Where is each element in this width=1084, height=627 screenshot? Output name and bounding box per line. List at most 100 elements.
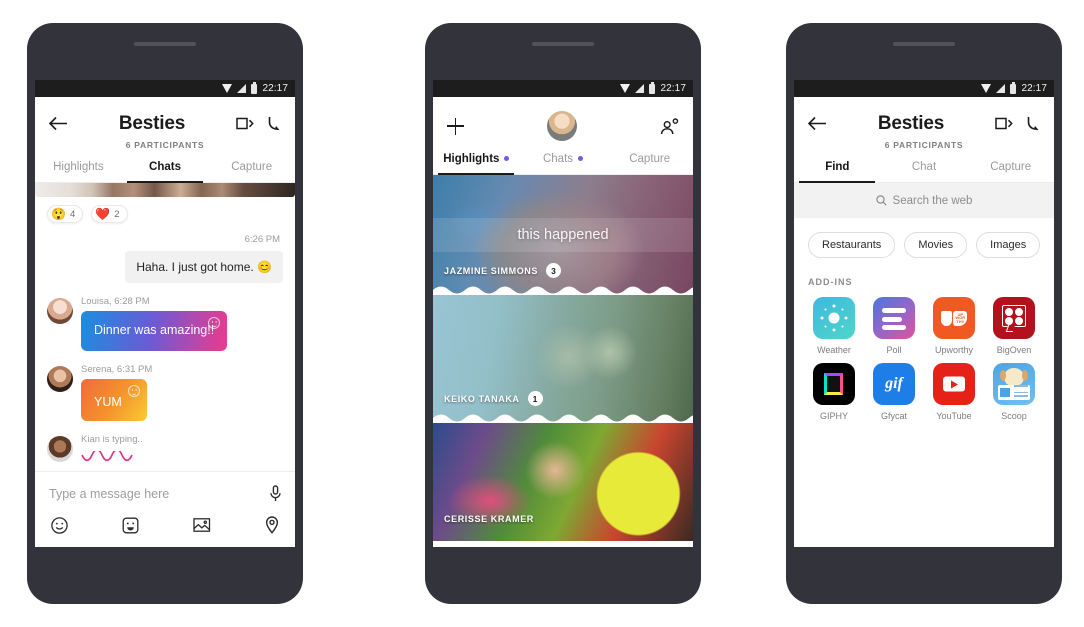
giphy-app-icon [813, 363, 855, 405]
photo-icon[interactable] [193, 517, 211, 533]
reaction-pill-group: 😲 4 ❤️ 2 [47, 205, 283, 223]
tab-label: Chat [911, 161, 937, 173]
addin-upworthy[interactable]: UP WOR THY Upworthy [924, 297, 984, 355]
phone-call-icon[interactable] [267, 116, 281, 131]
surprised-emoji: 😲 [51, 207, 66, 221]
highlight-footer: JAZMINE SIMMONS 3 [444, 263, 562, 278]
status-time: 22:17 [262, 83, 288, 94]
wifi-icon [222, 84, 233, 93]
incoming-message-bubble[interactable]: Haha. I just got home. 😊 [125, 251, 283, 283]
phone-mockup-highlights: 22:17 Highlights Chats Capture this happ… [425, 23, 701, 604]
outgoing-message-bubble[interactable]: YUM [81, 379, 147, 421]
status-bar: 22:17 [433, 80, 693, 97]
addin-gfycat[interactable]: gif Gfycat [864, 363, 924, 421]
microphone-icon[interactable] [270, 485, 281, 502]
avatar[interactable] [47, 298, 73, 324]
youtube-app-icon [933, 363, 975, 405]
avatar[interactable] [47, 436, 73, 462]
photo-message-thumbnail[interactable] [35, 183, 295, 197]
chip-restaurants[interactable]: Restaurants [808, 232, 896, 258]
plus-icon[interactable] [447, 117, 464, 135]
wave-divider-icon [433, 414, 693, 423]
emoji-icon[interactable] [51, 516, 68, 534]
tab-capture[interactable]: Capture [606, 153, 693, 174]
message-text: Dinner was amazing!! [94, 323, 215, 337]
poll-app-icon [873, 297, 915, 339]
highlight-card[interactable]: CERISSE KRAMER [433, 423, 693, 541]
highlight-card[interactable]: KEIKO TANAKA 1 [433, 295, 693, 423]
reaction-count: 4 [69, 208, 76, 220]
add-reaction-icon[interactable] [128, 385, 140, 397]
screenshot-stage: 22:17 Besties 6 PARTICIPANTS Highlights … [0, 0, 1084, 627]
tab-capture[interactable]: Capture [967, 161, 1054, 182]
addin-label: Poll [886, 345, 902, 355]
search-suggestion-chips: Restaurants Movies Images [794, 218, 1054, 258]
signal-icon [237, 84, 247, 93]
addin-bigoven[interactable]: BigOven [984, 297, 1044, 355]
wave-divider-icon [433, 286, 693, 295]
reaction-pill[interactable]: 😲 4 [47, 205, 84, 223]
highlight-caption: this happened [433, 218, 693, 252]
sticker-icon[interactable] [122, 517, 139, 534]
addin-giphy[interactable]: GIPHY [804, 363, 864, 421]
addin-weather[interactable]: Weather [804, 297, 864, 355]
status-time: 22:17 [660, 83, 686, 94]
status-time: 22:17 [1021, 83, 1047, 94]
profile-avatar[interactable] [547, 111, 577, 141]
chip-images[interactable]: Images [976, 232, 1041, 258]
highlight-author: CERISSE KRAMER [444, 514, 534, 524]
screen-chats: 22:17 Besties 6 PARTICIPANTS Highlights … [35, 80, 295, 547]
chip-movies[interactable]: Movies [904, 232, 968, 258]
message-input[interactable]: Type a message here [49, 487, 169, 501]
tab-chats[interactable]: Chats [122, 161, 209, 182]
chat-message-list[interactable]: 😲 4 ❤️ 2 6:26 PM Haha. I just got home. … [35, 183, 295, 472]
avatar[interactable] [47, 366, 73, 392]
add-reaction-icon[interactable] [208, 317, 221, 329]
tab-highlights[interactable]: Highlights [433, 153, 520, 174]
tab-label: Capture [990, 161, 1032, 173]
highlight-badge: 3 [546, 263, 562, 278]
tab-highlights[interactable]: Highlights [35, 161, 122, 182]
highlight-author: JAZMINE SIMMONS [444, 265, 539, 276]
highlight-card[interactable]: this happened JAZMINE SIMMONS 3 [433, 175, 693, 295]
reaction-pill[interactable]: ❤️ 2 [91, 205, 128, 223]
search-bar[interactable]: Search the web [794, 183, 1054, 218]
addin-label: Weather [817, 345, 851, 355]
speaker-grille [134, 42, 196, 46]
video-call-icon[interactable] [995, 117, 1013, 130]
battery-icon [1010, 81, 1017, 94]
addin-poll[interactable]: Poll [864, 297, 924, 355]
tab-label: Chats [149, 161, 181, 173]
gfycat-glyph: gif [885, 375, 903, 392]
message-text: YUM [94, 395, 122, 409]
tab-chats[interactable]: Chats [520, 153, 607, 174]
participants-count: 6 PARTICIPANTS [884, 140, 964, 150]
scoop-app-icon [993, 363, 1035, 405]
app-header-highlights: Highlights Chats Capture [433, 97, 693, 175]
heart-emoji: ❤️ [95, 207, 111, 221]
phone-call-icon[interactable] [1026, 116, 1040, 131]
tab-chat[interactable]: Chat [881, 161, 968, 182]
addin-label: YouTube [936, 411, 972, 421]
back-arrow-icon[interactable] [808, 116, 827, 131]
addin-youtube[interactable]: YouTube [924, 363, 984, 421]
video-call-icon[interactable] [236, 117, 254, 130]
page-title: Besties [118, 112, 186, 134]
back-arrow-icon[interactable] [49, 116, 68, 131]
addin-scoop[interactable]: Scoop [984, 363, 1044, 421]
highlight-footer: CERISSE KRAMER [444, 514, 534, 524]
tab-bar-highlights: Highlights Chats Capture [433, 153, 693, 175]
addin-label: Scoop [1001, 411, 1027, 421]
add-person-icon[interactable] [660, 117, 679, 135]
outgoing-message-bubble[interactable]: Dinner was amazing!! [81, 311, 228, 351]
location-icon[interactable] [265, 516, 279, 534]
search-input[interactable]: Search the web [893, 195, 973, 207]
highlights-list[interactable]: this happened JAZMINE SIMMONS 3 KEIKO TA… [433, 175, 693, 541]
app-header-chats: Besties 6 PARTICIPANTS Highlights Chats … [35, 97, 295, 183]
tab-capture[interactable]: Capture [208, 161, 295, 182]
search-icon [875, 195, 887, 206]
tab-find[interactable]: Find [794, 161, 881, 182]
message-sender-meta: Louisa, 6:28 PM [81, 296, 150, 307]
phone-mockup-find: 22:17 Besties 6 PARTICIPANTS Find Chat C… [786, 23, 1062, 604]
tab-label: Find [825, 161, 850, 173]
